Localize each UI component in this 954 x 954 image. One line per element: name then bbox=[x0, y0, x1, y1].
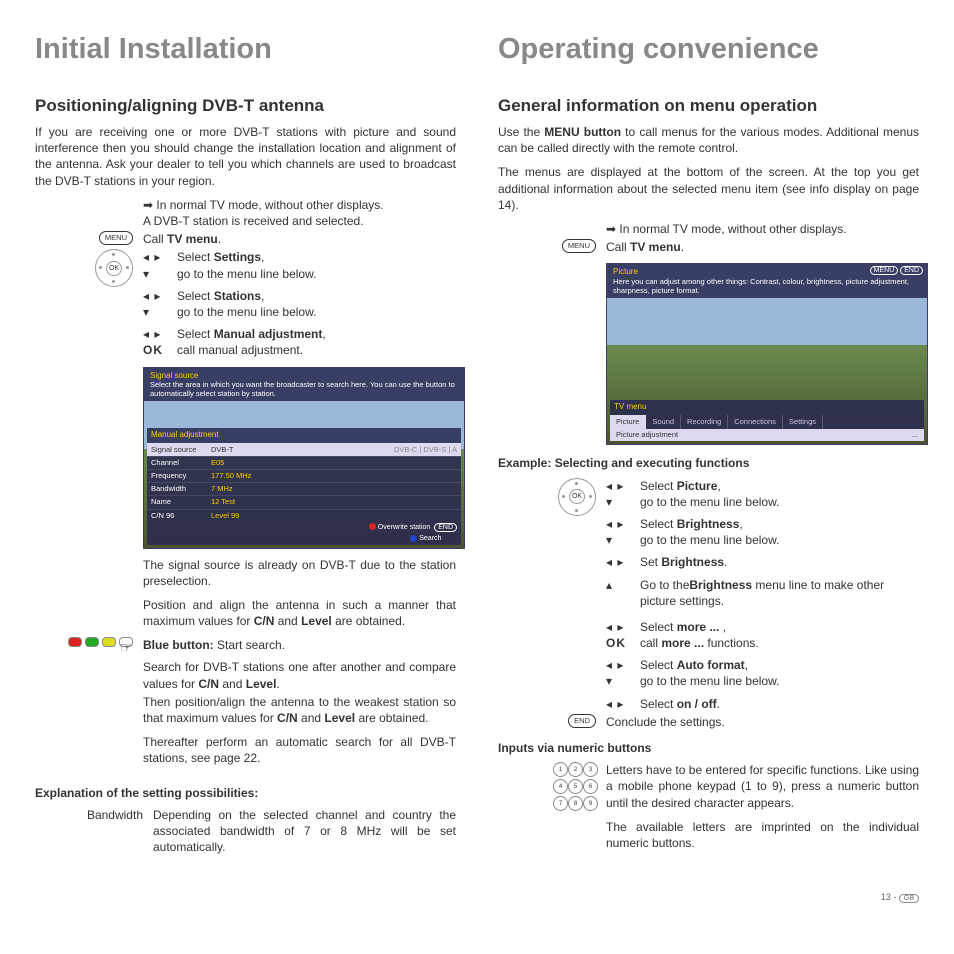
ok-wheel-icon bbox=[558, 478, 596, 516]
heading-example: Example: Selecting and executing functio… bbox=[498, 455, 919, 471]
intro-paragraph: If you are receiving one or more DVB-T s… bbox=[35, 124, 456, 189]
step-call-tv-menu-r: MENU Call TV menu. bbox=[498, 239, 919, 255]
step-end: END Conclude the settings. bbox=[498, 714, 919, 730]
screenshot-manual-adjustment: Signal source Select the area in which y… bbox=[143, 367, 465, 549]
left-column: Initial Installation Positioning/alignin… bbox=[35, 30, 456, 861]
signal-source-note: The signal source is already on DVB-T du… bbox=[143, 557, 456, 589]
step-numeric-buttons: 123 456 789 Letters have to be entered f… bbox=[498, 762, 919, 859]
numeric-keypad-icon: 123 456 789 bbox=[553, 762, 596, 811]
step-ok-wheel-r: ◂ ▸Select Picture, ▾go to the menu line … bbox=[498, 478, 919, 712]
step-ok-wheel: ◂ ▸Select Settings, ▾go to the menu line… bbox=[35, 249, 456, 358]
end-button-icon: END bbox=[568, 714, 596, 728]
ok-wheel-icon bbox=[95, 249, 133, 287]
heading-explanation: Explanation of the setting possibilities… bbox=[35, 785, 456, 801]
p-menu-button: Use the MENU button to call menus for th… bbox=[498, 124, 919, 156]
right-column: Operating convenience General informatio… bbox=[498, 30, 919, 861]
position-note: Position and align the antenna in such a… bbox=[143, 597, 456, 629]
page-footer: 13 - GB bbox=[35, 891, 919, 903]
heading-general-info: General information on menu operation bbox=[498, 95, 919, 118]
menu-button-icon: MENU bbox=[99, 231, 133, 245]
step-normal-mode-r: In normal TV mode, without other display… bbox=[498, 221, 919, 237]
color-buttons-icon: ☞ bbox=[68, 637, 133, 647]
hand-pointer-icon: ☞ bbox=[119, 637, 133, 647]
explanation-bandwidth: Bandwidth Depending on the selected chan… bbox=[35, 807, 456, 856]
heading-initial-installation: Initial Installation bbox=[35, 30, 456, 69]
heading-inputs-numeric: Inputs via numeric buttons bbox=[498, 740, 919, 756]
step-normal-mode: In normal TV mode, without other display… bbox=[35, 197, 456, 229]
heading-positioning: Positioning/aligning DVB-T antenna bbox=[35, 95, 456, 118]
step-blue-button: ☞ Blue button: Start search. Search for … bbox=[35, 637, 456, 774]
step-call-tv-menu: MENU Call TV menu. bbox=[35, 231, 456, 247]
heading-operating-convenience: Operating convenience bbox=[498, 30, 919, 69]
menu-button-icon: MENU bbox=[562, 239, 596, 253]
screenshot-tv-menu: Picture Here you can adjust among other … bbox=[606, 263, 928, 445]
p-menu-display: The menus are displayed at the bottom of… bbox=[498, 164, 919, 213]
